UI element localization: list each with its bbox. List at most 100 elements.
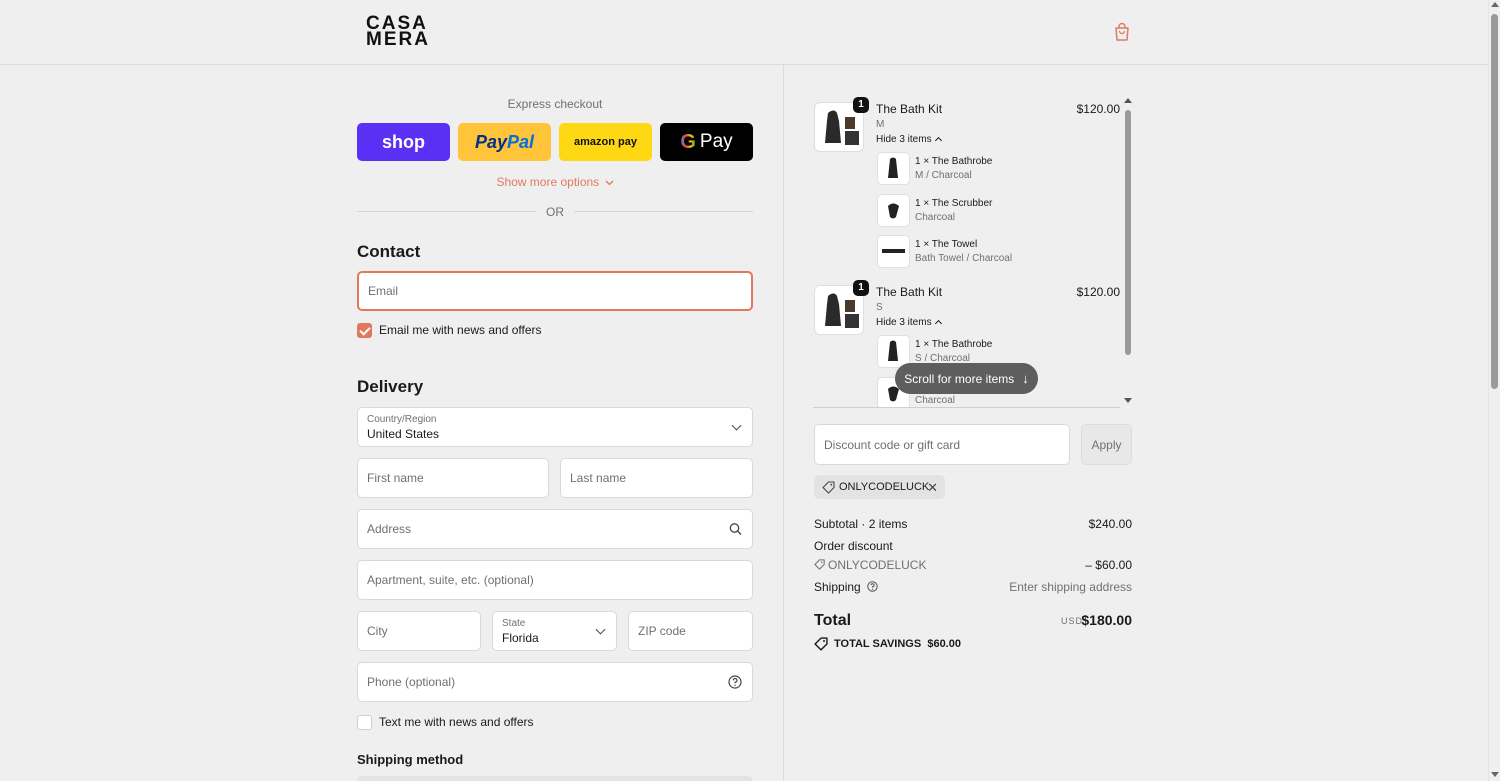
last-name-field[interactable]: Last name	[560, 458, 753, 498]
paypal-label-b: Pal	[507, 131, 535, 152]
subitem-name: 1 × The Bathrobe	[915, 339, 993, 350]
tag-icon	[814, 559, 825, 570]
subtotal-value: $240.00	[1088, 517, 1132, 531]
paypal-button[interactable]: Pay Pal	[458, 123, 551, 161]
scroll-for-more-button[interactable]: Scroll for more items ↓	[895, 363, 1038, 394]
subitem-variant: M / Charcoal	[915, 170, 972, 181]
scroll-hint-label: Scroll for more items	[904, 371, 1015, 386]
order-discount-row: Order discount	[814, 539, 1132, 553]
bathrobe-thumbnail	[877, 152, 910, 185]
apply-button[interactable]: Apply	[1081, 424, 1132, 465]
subitem-name: 1 × The Scrubber	[915, 198, 993, 209]
scroll-down-icon[interactable]	[1491, 772, 1499, 777]
product-name: The Bath Kit	[876, 285, 943, 299]
discount-code-field[interactable]: Discount code or gift card	[814, 424, 1070, 465]
product-variant: M	[876, 119, 885, 130]
shop-pay-button[interactable]: shop	[357, 123, 450, 161]
amazon-pay-label: amazon pay	[574, 136, 637, 148]
hide-items-label: Hide 3 items	[876, 134, 932, 145]
google-g-icon: G	[680, 130, 696, 153]
shipping-label: Shipping	[814, 580, 861, 594]
zip-placeholder: ZIP code	[638, 624, 686, 638]
product-price: $120.00	[1076, 102, 1120, 116]
discount-value: – $60.00	[1085, 558, 1132, 572]
chevron-down-icon	[595, 624, 606, 635]
email-field[interactable]: Email	[357, 271, 753, 311]
discount-placeholder: Discount code or gift card	[824, 437, 961, 452]
scroll-up-icon[interactable]	[1124, 98, 1132, 103]
cart-scrollbar[interactable]	[1123, 96, 1133, 407]
chevron-down-icon	[731, 420, 742, 431]
country-label: Country/Region	[367, 414, 437, 425]
hide-items-toggle[interactable]: Hide 3 items	[876, 134, 942, 145]
shopping-bag-icon[interactable]	[1113, 22, 1131, 42]
state-label: State	[502, 618, 526, 629]
city-placeholder: City	[367, 624, 388, 638]
express-checkout-title: Express checkout	[507, 97, 603, 111]
state-select[interactable]: State Florida	[492, 611, 617, 651]
product-name: The Bath Kit	[876, 102, 943, 116]
chevron-up-icon	[934, 319, 942, 328]
subtotal-label: Subtotal · 2 items	[814, 517, 908, 531]
address-field[interactable]: Address	[357, 509, 753, 549]
text-news-checkbox[interactable]	[357, 715, 372, 730]
savings-label: TOTAL SAVINGS	[834, 638, 922, 650]
subitem-name: 1 × The Bathrobe	[915, 156, 993, 167]
column-divider	[783, 65, 784, 781]
email-placeholder: Email	[368, 284, 399, 298]
email-news-checkbox[interactable]	[357, 323, 372, 338]
total-savings-row: TOTAL SAVINGS $60.00	[814, 637, 961, 651]
subitem-name: 1 × The Towel	[915, 239, 978, 250]
tag-icon	[822, 480, 835, 494]
hide-items-toggle[interactable]: Hide 3 items	[876, 317, 942, 328]
discount-code-row: ONLYCODELUCK – $60.00	[814, 558, 1132, 572]
applied-code-label: ONLYCODELUCK	[839, 481, 930, 493]
zip-field[interactable]: ZIP code	[628, 611, 753, 651]
google-pay-label: Pay	[699, 131, 733, 152]
apartment-field[interactable]: Apartment, suite, etc. (optional)	[357, 560, 753, 600]
casa-mera-logo[interactable]: CASA MERA	[366, 14, 428, 49]
scroll-up-icon[interactable]	[1491, 2, 1499, 7]
subitem-variant: Charcoal	[915, 212, 956, 223]
or-label: OR	[546, 205, 564, 219]
total-value: $180.00	[1081, 612, 1132, 628]
help-circle-icon[interactable]	[867, 581, 878, 592]
contact-heading: Contact	[357, 242, 421, 261]
quantity-badge: 1	[853, 97, 869, 113]
shipping-value: Enter shipping address	[1009, 580, 1132, 594]
shipping-method-heading: Shipping method	[357, 752, 464, 767]
discount-code-label: ONLYCODELUCK	[828, 558, 927, 572]
paypal-label-a: Pay	[474, 131, 507, 152]
country-select[interactable]: Country/Region United States	[357, 407, 753, 447]
savings-value: $60.00	[927, 638, 961, 650]
cart-scrollbar-thumb[interactable]	[1125, 110, 1131, 355]
google-pay-button[interactable]: G Pay	[660, 123, 753, 161]
cart-items-list[interactable]: 1 The Bath Kit M $120.00 Hide 3 items 1 …	[813, 96, 1133, 407]
total-label: Total	[814, 612, 852, 629]
page-scrollbar-thumb[interactable]	[1491, 14, 1498, 389]
shop-pay-label: shop	[382, 131, 425, 152]
first-name-field[interactable]: First name	[357, 458, 549, 498]
arrow-down-icon: ↓	[1022, 371, 1029, 386]
phone-placeholder: Phone (optional)	[367, 675, 456, 689]
help-circle-icon[interactable]	[728, 675, 742, 689]
shipping-row: Shipping Enter shipping address	[814, 580, 1132, 594]
order-discount-label: Order discount	[814, 539, 893, 553]
towel-thumbnail	[877, 235, 910, 268]
subitem-variant: Charcoal	[915, 395, 956, 406]
shipping-method-box	[357, 776, 753, 781]
show-more-options-link[interactable]: Show more options	[357, 175, 753, 189]
city-field[interactable]: City	[357, 611, 481, 651]
page-scrollbar[interactable]	[1488, 0, 1500, 781]
cart-divider	[813, 407, 1120, 408]
subtotal-row: Subtotal · 2 items $240.00	[814, 517, 1132, 531]
delivery-heading: Delivery	[357, 377, 424, 396]
remove-code-icon[interactable]: ✕	[927, 480, 938, 496]
amazon-pay-button[interactable]: amazon pay	[559, 123, 652, 161]
email-news-label: Email me with news and offers	[379, 323, 542, 337]
chevron-down-icon	[605, 180, 613, 186]
scroll-down-icon[interactable]	[1124, 398, 1132, 403]
search-icon	[729, 523, 742, 535]
phone-field[interactable]: Phone (optional)	[357, 662, 753, 702]
chevron-up-icon	[934, 136, 942, 145]
